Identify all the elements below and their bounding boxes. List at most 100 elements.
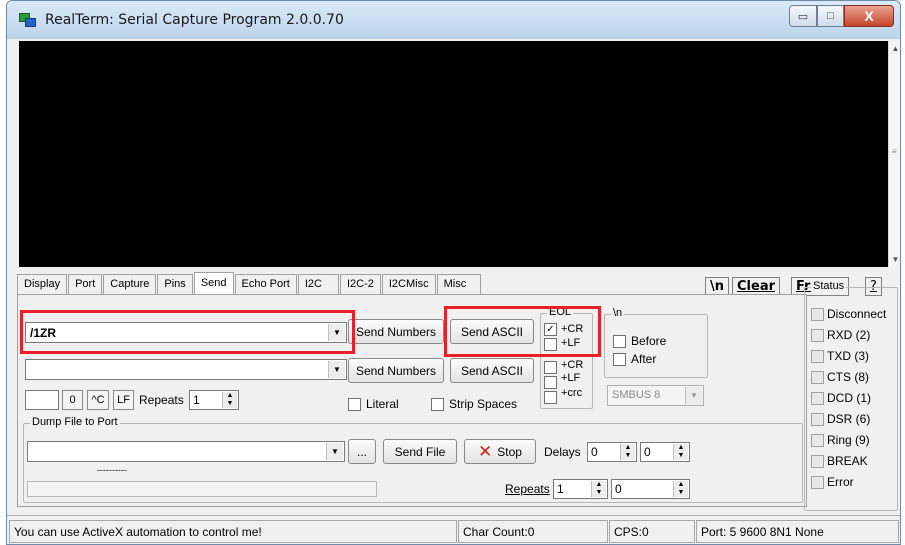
tab-i2cmisc[interactable]: I2CMisc bbox=[381, 274, 436, 295]
delay-2-spinner[interactable]: 0 ▲ ▼ bbox=[640, 442, 690, 462]
dump-repeats-label: Repeats bbox=[505, 482, 550, 496]
terminal-display[interactable] bbox=[19, 41, 888, 267]
status-disconnect[interactable]: Disconnect bbox=[827, 307, 886, 321]
window-title: RealTerm: Serial Capture Program 2.0.0.7… bbox=[45, 12, 344, 28]
stop-button[interactable]: ✕ Stop bbox=[464, 439, 536, 464]
tab-echo-port[interactable]: Echo Port bbox=[234, 274, 297, 295]
status-dsr: DSR (6) bbox=[827, 412, 871, 426]
status-led bbox=[811, 413, 824, 426]
literal-checkbox[interactable] bbox=[348, 398, 361, 411]
status-txd: TXD (3) bbox=[827, 349, 869, 363]
eol-lf-2-checkbox[interactable] bbox=[544, 376, 557, 389]
send-numbers-1-button[interactable]: Send Numbers bbox=[348, 319, 444, 344]
char-code-field[interactable] bbox=[25, 390, 59, 410]
delay-2-value: 0 bbox=[644, 445, 651, 459]
send-lf-button[interactable]: LF bbox=[113, 390, 134, 410]
status-led bbox=[811, 434, 824, 447]
send-zero-button[interactable]: 0 bbox=[62, 390, 83, 410]
status-led bbox=[811, 392, 824, 405]
status-led bbox=[811, 455, 824, 468]
newline-title: \n bbox=[611, 307, 625, 319]
status-dcd: DCD (1) bbox=[827, 391, 871, 405]
title-bar[interactable]: RealTerm: Serial Capture Program 2.0.0.7… bbox=[7, 1, 900, 39]
repeats-spinner[interactable]: 1 ▲ ▼ bbox=[189, 390, 239, 410]
delay-1-spinner[interactable]: 0 ▲ ▼ bbox=[587, 442, 637, 462]
smbus-select[interactable]: SMBUS 8 ▼ bbox=[607, 385, 704, 406]
status-break[interactable]: BREAK bbox=[827, 454, 868, 468]
dump-repeats-2-value: 0 bbox=[615, 482, 622, 496]
status-ring: Ring (9) bbox=[827, 433, 870, 447]
eol-cr-2-checkbox[interactable] bbox=[544, 361, 557, 374]
spin-arrows-icon[interactable]: ▲ ▼ bbox=[673, 444, 688, 460]
repeats-label: Repeats bbox=[139, 393, 184, 407]
status-title: Status bbox=[811, 280, 847, 292]
spin-arrows-icon[interactable]: ▲ ▼ bbox=[620, 444, 635, 460]
send-ascii-2-button[interactable]: Send ASCII bbox=[450, 358, 534, 383]
stop-x-icon: ✕ bbox=[478, 441, 493, 461]
minimize-button[interactable]: ▭ bbox=[789, 5, 817, 27]
scroll-grip-icon: ≡ bbox=[892, 147, 897, 156]
statusbar-message: You can use ActiveX automation to contro… bbox=[9, 520, 457, 543]
eol-cr-2-label: +CR bbox=[561, 359, 584, 371]
realterm-window: RealTerm: Serial Capture Program 2.0.0.7… bbox=[6, 0, 901, 545]
stop-label: Stop bbox=[497, 444, 522, 459]
eol-crc-checkbox[interactable] bbox=[544, 391, 557, 404]
tab-port[interactable]: Port bbox=[68, 274, 103, 295]
statusbar-cps: CPS:0 bbox=[609, 520, 695, 543]
send-string-2-combo[interactable]: ▼ bbox=[25, 359, 347, 380]
dump-file-combo[interactable]: ▼ bbox=[27, 441, 345, 462]
maximize-button[interactable]: □ bbox=[817, 5, 844, 27]
browse-file-button[interactable]: ... bbox=[348, 439, 376, 464]
send-file-button[interactable]: Send File bbox=[383, 439, 457, 464]
highlight-send-ascii-eol-box bbox=[444, 306, 601, 357]
status-led bbox=[811, 308, 824, 321]
statusbar-port: Port: 5 9600 8N1 None bbox=[696, 520, 899, 543]
dump-file-title: Dump File to Port bbox=[30, 416, 120, 428]
close-button[interactable]: X bbox=[844, 5, 894, 27]
status-cts: CTS (8) bbox=[827, 370, 869, 384]
dump-progress-bar bbox=[27, 481, 377, 497]
spin-arrows-icon[interactable]: ▲ ▼ bbox=[222, 392, 237, 408]
chevron-down-icon[interactable]: ▼ bbox=[685, 387, 702, 404]
send-numbers-2-button[interactable]: Send Numbers bbox=[348, 358, 444, 383]
spin-arrows-icon[interactable]: ▲ ▼ bbox=[591, 481, 606, 497]
tab-strip: Display Port Capture Pins Send Echo Port… bbox=[17, 272, 482, 295]
highlight-send-string-box bbox=[20, 310, 355, 354]
tab-i2c[interactable]: I2C bbox=[297, 274, 339, 295]
before-label: Before bbox=[631, 334, 667, 348]
dump-repeats-1-value: 1 bbox=[557, 482, 564, 496]
status-error: Error bbox=[827, 475, 854, 489]
strip-spaces-checkbox[interactable] bbox=[431, 398, 444, 411]
status-bar: You can use ActiveX automation to contro… bbox=[7, 515, 900, 544]
strip-spaces-label: Strip Spaces bbox=[449, 397, 518, 411]
spin-arrows-icon[interactable]: ▲ ▼ bbox=[673, 481, 688, 497]
dump-progress-text: ---------- bbox=[97, 465, 127, 475]
literal-label: Literal bbox=[366, 397, 399, 411]
realterm-app-icon bbox=[19, 13, 37, 27]
tab-send[interactable]: Send bbox=[193, 272, 234, 295]
send-ctrl-button[interactable]: ^C bbox=[87, 390, 109, 410]
tab-i2c-2[interactable]: I2C-2 bbox=[339, 274, 381, 295]
scroll-down-icon[interactable]: ▼ bbox=[889, 255, 900, 264]
delay-1-value: 0 bbox=[591, 445, 598, 459]
smbus-value: SMBUS 8 bbox=[612, 389, 661, 401]
repeats-value: 1 bbox=[193, 393, 200, 407]
terminal-scrollbar[interactable]: ▲ ≡ ▼ bbox=[888, 41, 900, 267]
dump-repeats-1-spinner[interactable]: 1 ▲ ▼ bbox=[553, 479, 608, 499]
status-led bbox=[811, 371, 824, 384]
statusbar-char-count: Char Count:0 bbox=[458, 520, 608, 543]
scroll-up-icon[interactable]: ▲ bbox=[889, 44, 900, 53]
tab-misc[interactable]: Misc bbox=[436, 274, 482, 295]
chevron-down-icon[interactable]: ▼ bbox=[326, 443, 343, 460]
tab-capture[interactable]: Capture bbox=[103, 274, 157, 295]
dump-repeats-2-spinner[interactable]: 0 ▲ ▼ bbox=[611, 479, 690, 499]
delays-label: Delays bbox=[544, 445, 581, 459]
before-checkbox[interactable] bbox=[613, 335, 626, 348]
tab-display[interactable]: Display bbox=[17, 274, 68, 295]
after-label: After bbox=[631, 352, 657, 366]
eol-lf-2-label: +LF bbox=[561, 372, 581, 384]
tab-pins[interactable]: Pins bbox=[157, 274, 193, 295]
chevron-down-icon[interactable]: ▼ bbox=[328, 361, 345, 378]
after-checkbox[interactable] bbox=[613, 353, 626, 366]
status-rxd: RXD (2) bbox=[827, 328, 871, 342]
